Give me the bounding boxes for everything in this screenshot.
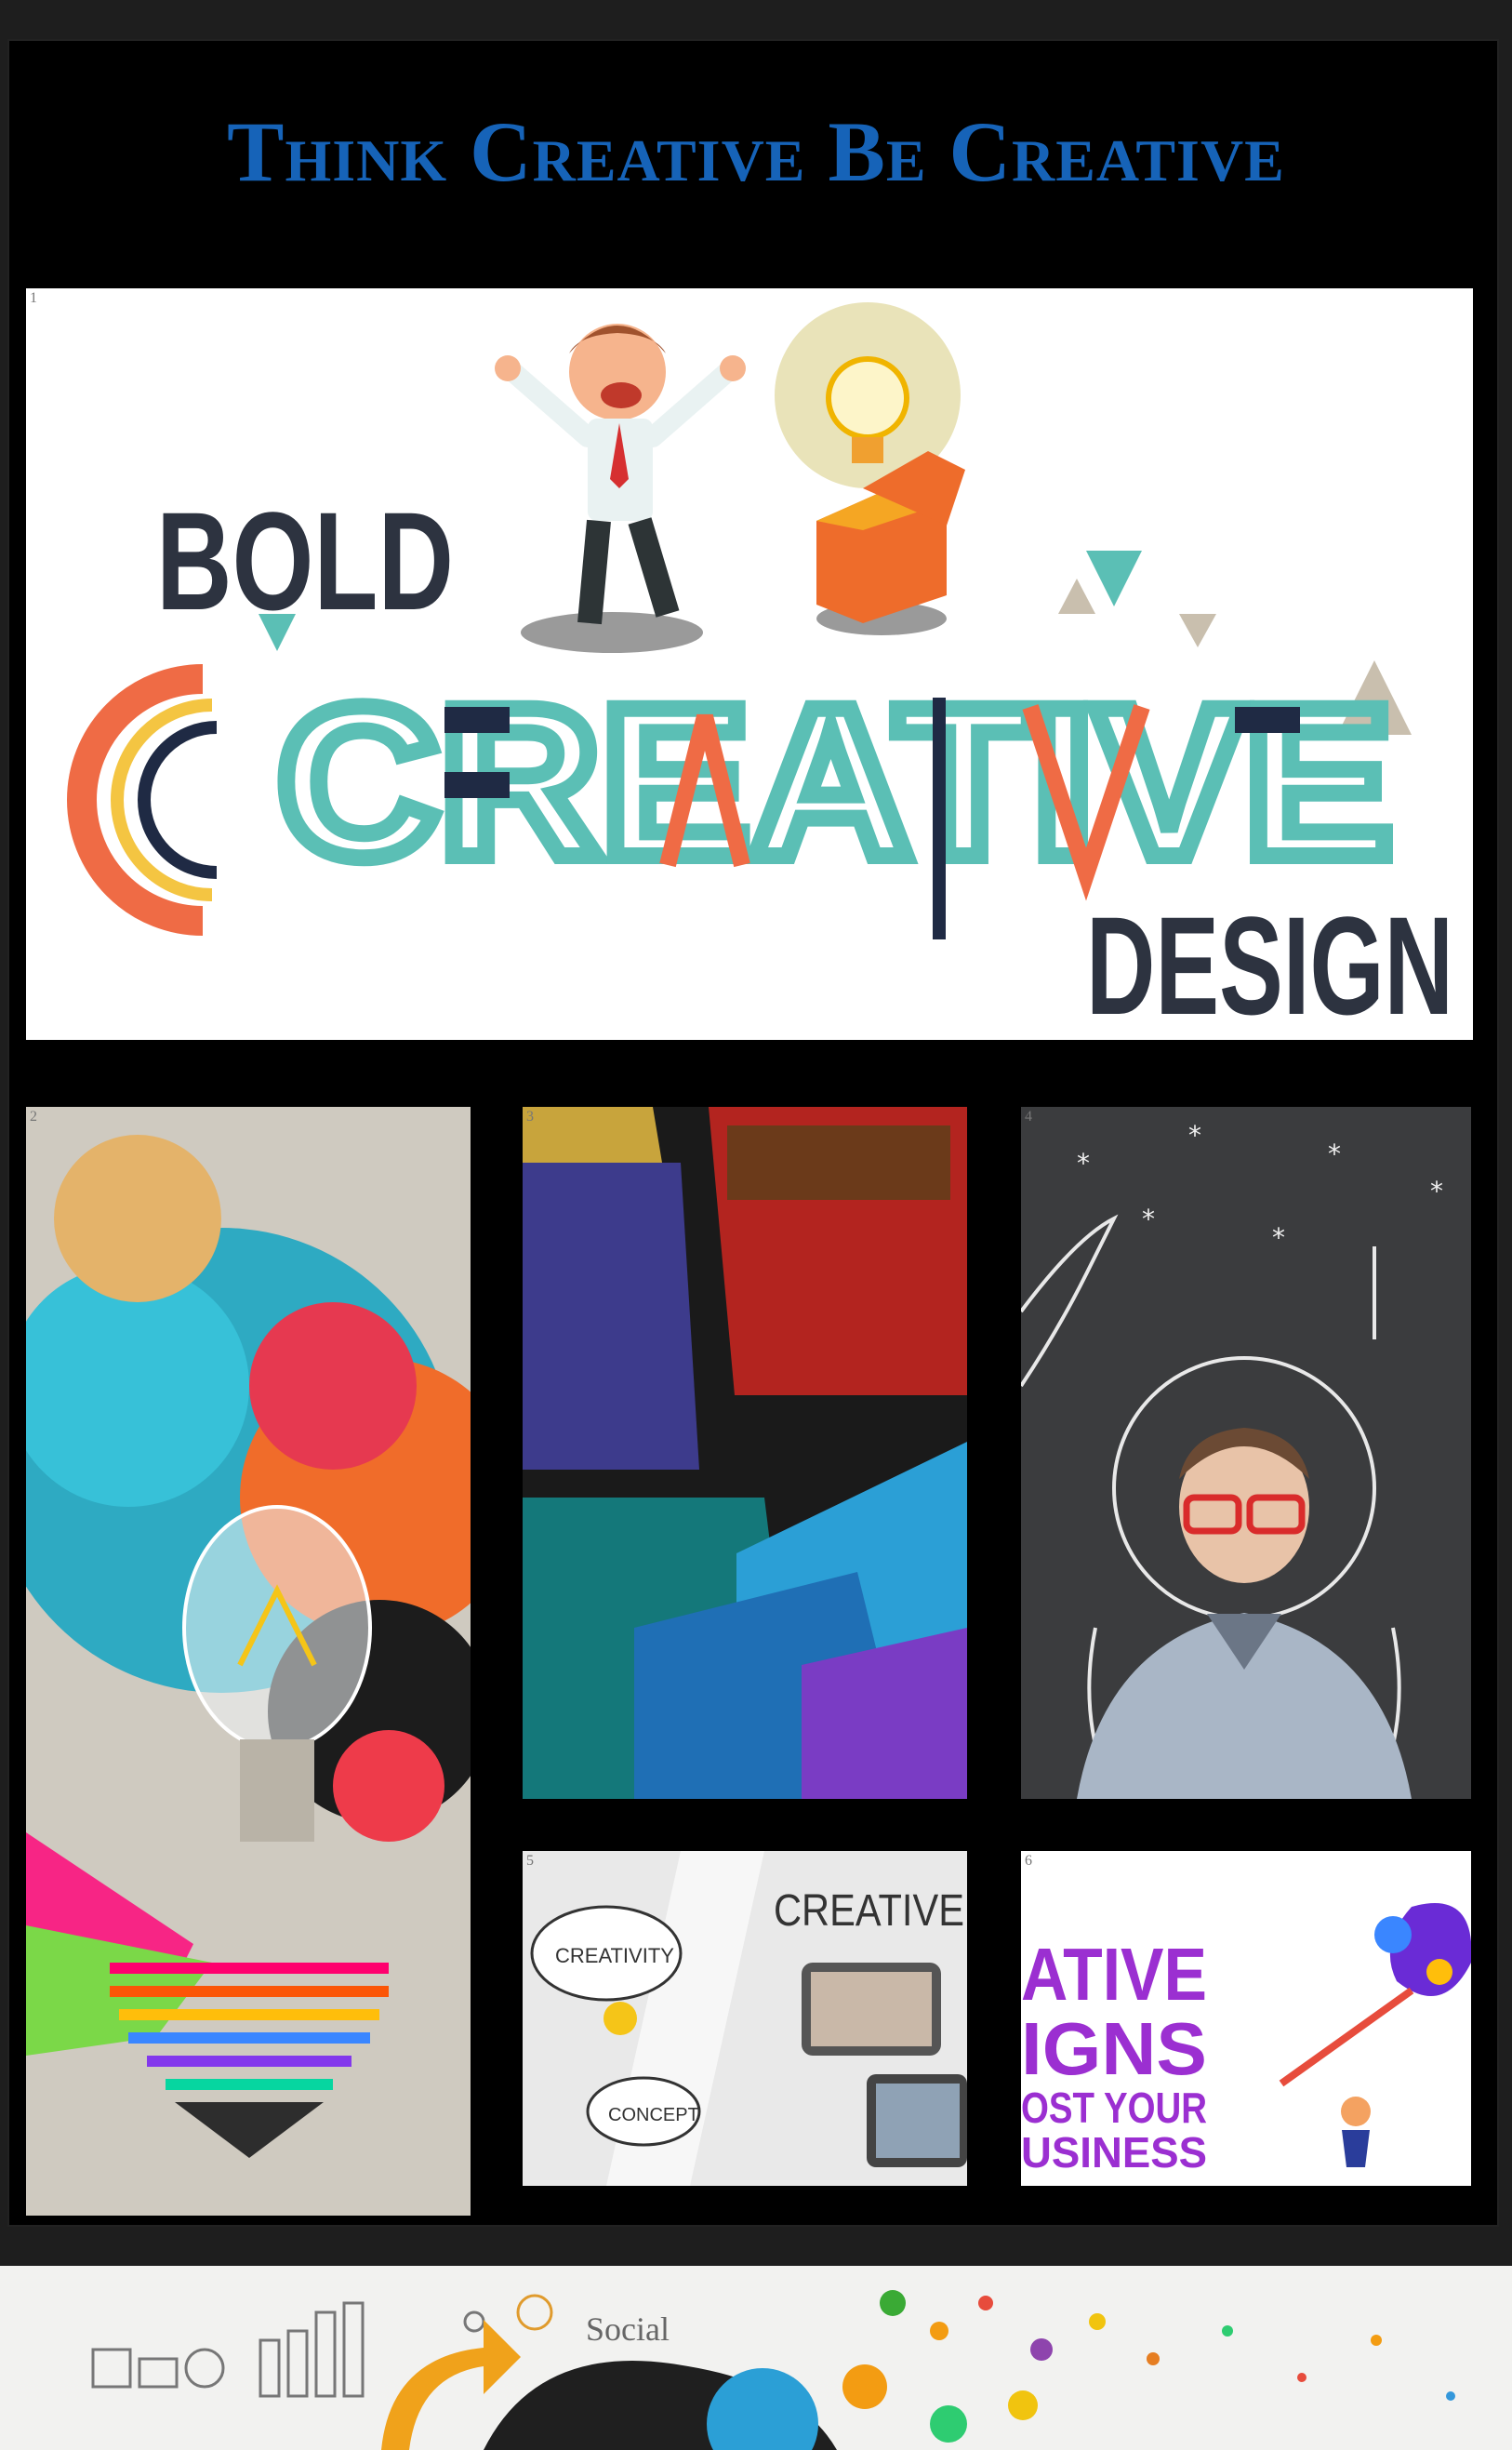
tile-2-colorful-lightbulb[interactable]: 2	[26, 1107, 471, 2216]
tile-number: 3	[526, 1109, 534, 1125]
tile-6-creative-designs[interactable]: 6 ATIVE IGNS OST YOUR USINESS	[1021, 1851, 1471, 2186]
tile-3-paint-brushes[interactable]: 3	[523, 1107, 967, 1799]
tile-6-line-2: IGNS	[1021, 2007, 1207, 2090]
tile-1-bold-creative-design[interactable]: 1 BOLD CREATIVE DESIGN	[26, 288, 1473, 1040]
cartoon-man-illustration	[495, 324, 746, 653]
page-title: Think Creative Be Creative	[227, 104, 1285, 199]
tile-6-line-1: ATIVE	[1021, 1933, 1207, 2016]
svg-text:*: *	[1142, 1204, 1155, 1234]
svg-text:*: *	[1077, 1148, 1090, 1178]
tile-5-concept-label: CONCEPT	[608, 2105, 699, 2125]
banner-bold-text: BOLD	[156, 483, 454, 639]
svg-text:*: *	[1328, 1138, 1341, 1169]
tile-number: 1	[30, 290, 37, 306]
tile-number: 6	[1025, 1853, 1032, 1869]
tile-6-line-4: USINESS	[1021, 2128, 1207, 2177]
paint-splatter	[842, 2290, 1455, 2443]
banner-design-text: DESIGN	[1086, 887, 1453, 1040]
svg-text:*: *	[1188, 1120, 1201, 1151]
tile-number: 4	[1025, 1109, 1032, 1125]
tile-number: 5	[526, 1853, 534, 1869]
tile-5-cloud-label: CREATIVITY	[555, 1944, 674, 1967]
social-label: Social	[586, 2310, 670, 2348]
tile-5-heading: CREATIVE	[774, 1886, 964, 1936]
svg-text:*: *	[1272, 1222, 1285, 1253]
tile-4-boy-astronaut[interactable]: 4 * * * * * *	[1021, 1107, 1471, 1799]
tile-5-creative-concept[interactable]: 5 CREATIVE CREATIVITY CONCEPT	[523, 1851, 967, 2186]
tile-6-line-3: OST YOUR	[1021, 2084, 1207, 2132]
lightbulb-chest-illustration	[775, 302, 965, 635]
tile-number: 2	[30, 1109, 37, 1125]
rainbow-stripes	[110, 1963, 389, 2158]
bottom-social-graphic[interactable]: Social	[0, 2266, 1512, 2450]
svg-text:*: *	[1430, 1176, 1443, 1206]
